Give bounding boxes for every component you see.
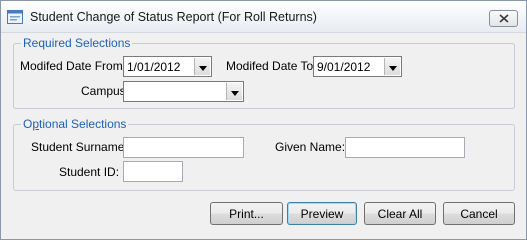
campus-dropdown-button[interactable] (226, 83, 242, 100)
student-id-label: Student ID: (59, 165, 120, 179)
clear-all-button[interactable]: Clear All (364, 202, 436, 225)
date-from-dropdown-button[interactable] (194, 58, 210, 75)
date-to-label: Modifed Date To: (226, 59, 317, 73)
title-bar[interactable]: Student Change of Status Report (For Rol… (1, 1, 526, 33)
given-name-input[interactable] (345, 137, 465, 158)
date-from-value: 1/01/2012 (127, 60, 181, 74)
cancel-button[interactable]: Cancel (443, 202, 515, 225)
dialog-window: Student Change of Status Report (For Rol… (0, 0, 527, 240)
student-surname-label: Student Surname: (31, 140, 128, 154)
required-selections-legend: Required Selections (21, 36, 133, 50)
chevron-down-icon (388, 60, 397, 74)
date-to-select[interactable]: 9/01/2012 (313, 56, 402, 77)
student-id-input[interactable] (123, 161, 183, 182)
date-to-dropdown-button[interactable] (384, 58, 400, 75)
preview-button[interactable]: Preview (287, 202, 357, 225)
close-button[interactable] (489, 10, 518, 27)
chevron-down-icon (230, 85, 239, 99)
date-to-value: 9/01/2012 (317, 60, 371, 74)
required-selections-group: Required Selections (13, 36, 515, 109)
window-title: Student Change of Status Report (For Rol… (30, 10, 317, 24)
campus-select[interactable] (123, 81, 244, 102)
date-from-label: Modifed Date From: (20, 59, 127, 73)
optional-selections-legend: Optional Selections (21, 117, 129, 131)
print-button[interactable]: Print... (210, 202, 283, 225)
date-from-select[interactable]: 1/01/2012 (123, 56, 212, 77)
given-name-label: Given Name: (275, 140, 346, 154)
close-icon (498, 12, 509, 26)
campus-label: Campus (81, 84, 126, 98)
form-icon (7, 10, 23, 24)
student-surname-input[interactable] (123, 137, 244, 158)
chevron-down-icon (198, 60, 207, 74)
